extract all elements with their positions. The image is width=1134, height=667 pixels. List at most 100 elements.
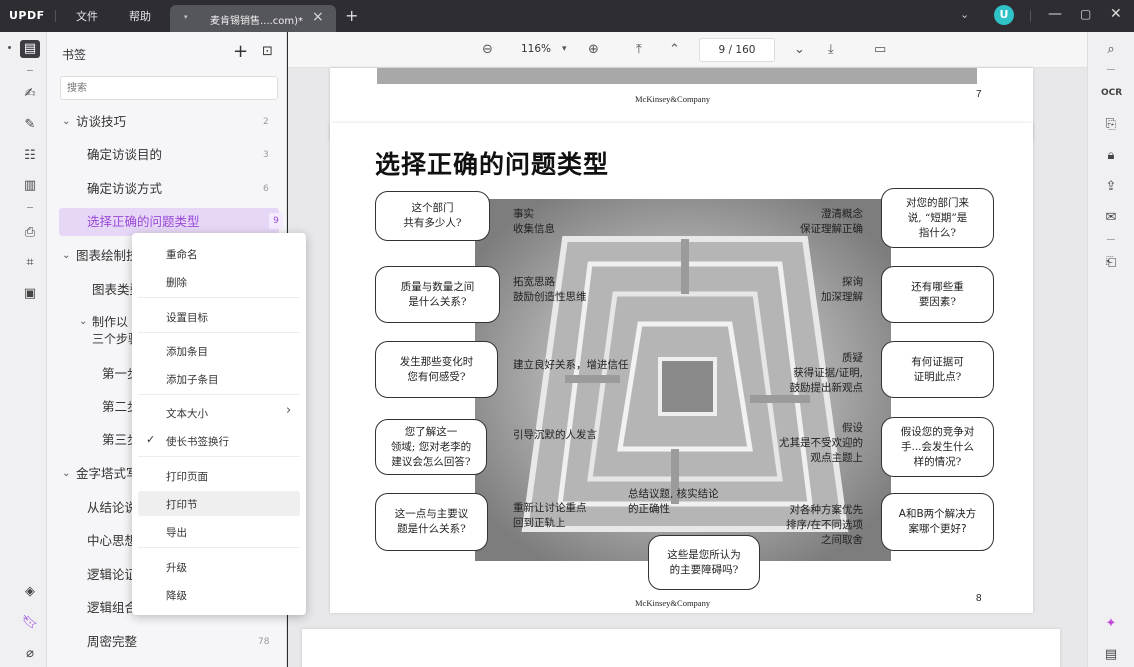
tab-close-button[interactable]: × <box>312 9 324 25</box>
hover-highlight <box>138 491 300 516</box>
ocr-icon[interactable]: ⎙ <box>20 224 40 242</box>
question-purpose: 澄清概念 保证理解正确 <box>800 208 863 235</box>
title-bar: UPDF 文件 帮助 ▾ 麦肯锡销售....com)* × + ⌄ U — ▢ … <box>0 0 1134 32</box>
pdf-page-next <box>302 629 1060 667</box>
chevron-down-icon[interactable]: ⌄ <box>960 8 969 21</box>
chevron-down-icon[interactable]: ⌄ <box>62 241 70 271</box>
question-bubble: 质量与数量之间 是什么关系? <box>375 266 500 323</box>
comment-icon[interactable]: ✍ <box>20 85 40 103</box>
menu-print-page[interactable]: 打印页面 <box>166 469 208 484</box>
view-toolbar: ⊖ 116% ▾ ⊕ ⤒ ⌃ 9 / 160 ⌄ ⤓ ▭ <box>288 32 1087 68</box>
pdf-page-current: 选择正确的问题类型 这个部门 共有多少人? 质量与数量之间 是什么关系? 发生那… <box>330 123 1033 613</box>
divider <box>138 456 300 457</box>
bookmark-options-icon[interactable]: ⊡ <box>262 44 273 59</box>
menu-text-size[interactable]: 文本大小 <box>166 406 208 421</box>
bookmark-page-number: 6 <box>263 184 269 194</box>
maximize-button[interactable]: ▢ <box>1080 7 1091 21</box>
form-icon[interactable]: ☷ <box>20 147 40 165</box>
chevron-down-icon[interactable]: ⌄ <box>62 107 70 137</box>
menu-demote[interactable]: 降级 <box>166 588 187 603</box>
zoom-level[interactable]: 116% <box>521 43 551 55</box>
share-icon[interactable]: ⇪ <box>1101 178 1121 196</box>
reader-icon[interactable]: ▤ <box>20 40 40 58</box>
search-icon[interactable]: ⌕ <box>1101 41 1121 59</box>
close-window-button[interactable]: ✕ <box>1110 6 1122 22</box>
bookmark-item[interactable]: 逻辑组合 <box>87 593 137 623</box>
question-purpose: 对各种方案优先 排序/在不同选项 之间取舍 <box>785 504 863 546</box>
question-bubble: A和B两个解决方 案哪个更好? <box>881 493 994 551</box>
page-number-field[interactable]: 9 / 160 <box>699 38 775 62</box>
footer-page-number: 8 <box>976 593 982 604</box>
bookmark-item[interactable]: 图表绘制技 <box>76 241 139 271</box>
save-icon[interactable]: ⎗ <box>1101 254 1121 272</box>
menu-add-entry[interactable]: 添加条目 <box>166 344 208 359</box>
menu-rename[interactable]: 重命名 <box>166 247 198 262</box>
divider <box>27 207 33 208</box>
divider <box>55 10 56 22</box>
image-fragment <box>377 68 977 84</box>
question-purpose: 建立良好关系，增进信任 <box>513 359 629 371</box>
bookmark-item[interactable]: 中心思想 <box>87 526 137 556</box>
bookmark-item[interactable]: 从结论说 <box>87 493 137 523</box>
menu-export[interactable]: 导出 <box>166 525 187 540</box>
zoom-in-icon[interactable]: ⊕ <box>588 42 599 57</box>
next-page-icon[interactable]: ⌄ <box>794 42 805 57</box>
bookmark-item[interactable]: 访谈技巧 <box>76 107 126 137</box>
previous-page-icon[interactable]: ⌃ <box>669 42 680 57</box>
first-page-icon[interactable]: ⤒ <box>636 42 642 57</box>
email-icon[interactable]: ✉ <box>1101 209 1121 227</box>
attachment-icon[interactable]: ⌀ <box>20 645 40 663</box>
search-input[interactable] <box>61 77 277 99</box>
ai-icon[interactable]: ✦ <box>1101 615 1121 633</box>
last-page-icon[interactable]: ⤓ <box>828 42 834 57</box>
tab-dropdown-icon[interactable]: ▾ <box>184 13 188 21</box>
organize-icon[interactable]: ▥ <box>20 177 40 195</box>
layers-icon[interactable]: ◈ <box>20 583 40 601</box>
question-bubble: 发生那些变化时 您有何感受? <box>375 341 498 398</box>
crop-icon[interactable]: ⌗ <box>20 254 40 272</box>
new-tab-button[interactable]: + <box>345 6 358 25</box>
search-field[interactable] <box>60 76 278 100</box>
presentation-icon[interactable]: ▭ <box>874 42 886 57</box>
bookmark-item[interactable]: 确定访谈方式 <box>87 174 162 204</box>
panel-title: 书签 <box>62 48 87 62</box>
menu-set-destination[interactable]: 设置目标 <box>166 310 208 325</box>
zoom-dropdown-icon[interactable]: ▾ <box>562 44 567 54</box>
menu-print-section[interactable]: 打印节 <box>166 497 198 512</box>
chevron-down-icon[interactable]: ⌄ <box>79 307 87 337</box>
add-bookmark-button[interactable]: + <box>233 41 248 62</box>
menu-wrap-long-bookmarks[interactable]: 使长书签换行 <box>166 434 229 449</box>
zoom-out-icon[interactable]: ⊖ <box>482 42 493 57</box>
comment-icon[interactable]: ▤ <box>1101 646 1121 664</box>
footer-page-number: 7 <box>976 89 982 100</box>
ocr-icon[interactable]: OCR <box>1101 84 1122 102</box>
menu-promote[interactable]: 升级 <box>166 560 187 575</box>
right-tool-rail: ⌕ OCR ⎘ 🔒︎ ⇪ ✉ ⎗ ✦ ▤ <box>1087 32 1134 667</box>
chevron-down-icon[interactable]: ⌄ <box>62 459 70 489</box>
bookmark-item[interactable]: 逻辑论证 <box>87 560 137 590</box>
bookmark-item[interactable]: 周密完整 <box>87 627 137 657</box>
page-icon[interactable]: ▣ <box>20 285 40 303</box>
menu-add-child-entry[interactable]: 添加子条目 <box>166 372 219 387</box>
protect-icon[interactable]: 🔒︎ <box>1101 147 1121 165</box>
bookmark-item[interactable]: 金字塔式写 <box>76 459 139 489</box>
menu-file[interactable]: 文件 <box>76 8 98 24</box>
chevron-right-icon: › <box>286 403 292 418</box>
bookmark-item-selected[interactable]: 选择正确的问题类型 9 <box>59 208 283 236</box>
question-purpose: 总结议题, 核实结论 的正确性 <box>628 488 719 515</box>
avatar[interactable]: U <box>994 5 1014 25</box>
bookmark-item[interactable]: 确定访谈目的 <box>87 140 162 170</box>
menu-help[interactable]: 帮助 <box>129 8 151 24</box>
question-bubble: 这一点与主要议 题是什么关系? <box>375 493 488 551</box>
convert-icon[interactable]: ⎘ <box>1101 116 1121 134</box>
minimize-button[interactable]: — <box>1048 6 1062 22</box>
footer-brand: McKinsey&Company <box>635 598 711 608</box>
question-purpose: 重新让讨论重点 回到正轨上 <box>513 502 587 529</box>
edit-icon[interactable]: ✎ <box>20 116 40 134</box>
bookmark-icon[interactable]: 🔖︎ <box>20 614 40 632</box>
menu-delete[interactable]: 删除 <box>166 275 187 290</box>
app-logo: UPDF <box>9 9 45 22</box>
question-purpose: 引导沉默的人发言 <box>513 429 597 441</box>
document-viewer[interactable]: ⊖ 116% ▾ ⊕ ⤒ ⌃ 9 / 160 ⌄ ⤓ ▭ McKinsey&Co… <box>288 32 1087 667</box>
document-tab[interactable]: ▾ 麦肯锡销售....com)* × <box>170 5 336 32</box>
